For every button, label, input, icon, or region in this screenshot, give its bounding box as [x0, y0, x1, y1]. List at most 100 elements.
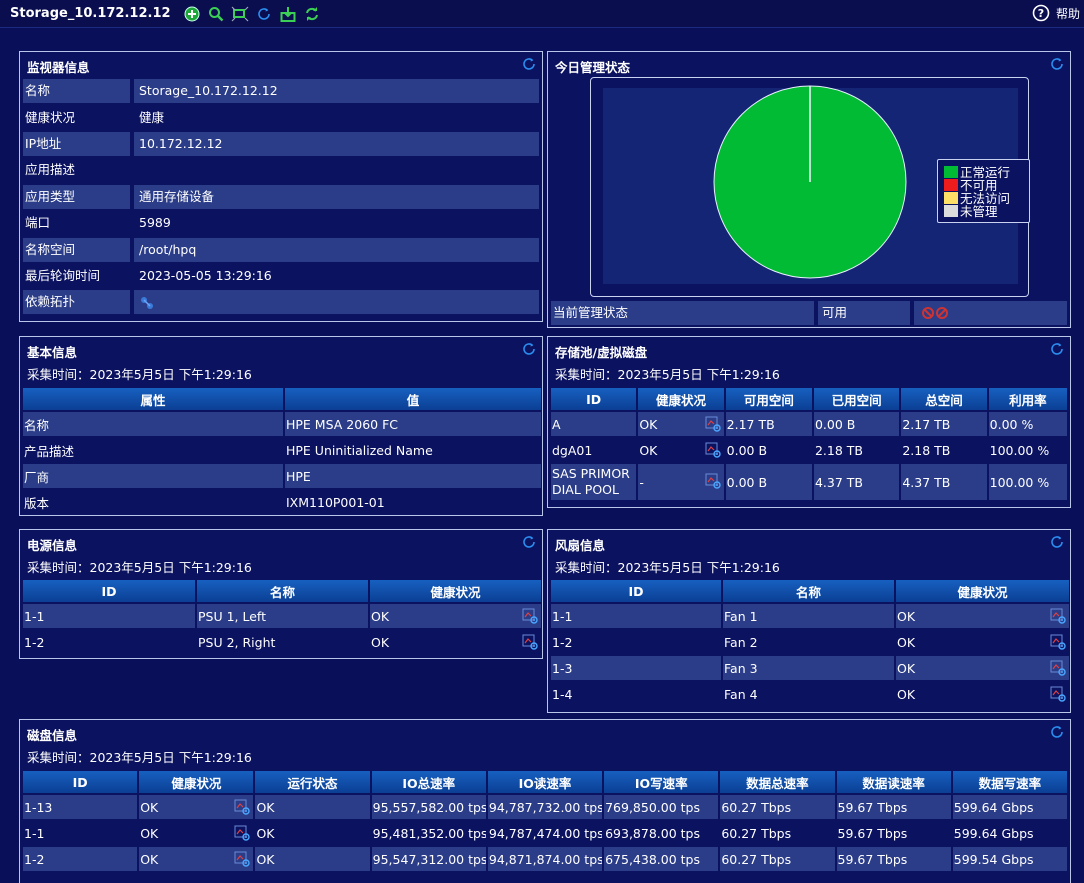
- cell: Fan 3: [723, 656, 894, 680]
- monitor-settings-icon[interactable]: [231, 5, 249, 23]
- column-header[interactable]: 属性: [23, 388, 283, 410]
- column-header[interactable]: 数据写速率: [952, 771, 1067, 793]
- help-link[interactable]: ? 帮助: [1032, 4, 1080, 22]
- column-header[interactable]: 名称: [723, 580, 894, 602]
- refresh-icon[interactable]: [1049, 724, 1065, 740]
- column-header[interactable]: IO写速率: [604, 771, 719, 793]
- cell: 1-1: [551, 604, 721, 628]
- column-header[interactable]: 数据读速率: [836, 771, 951, 793]
- refresh-icon[interactable]: [1049, 341, 1065, 357]
- refresh-icon[interactable]: [1049, 56, 1065, 72]
- panel-title: 风扇信息: [555, 538, 606, 553]
- export-icon[interactable]: [279, 5, 297, 23]
- table-row: 1-2 PSU 2, Right OK: [23, 630, 541, 654]
- cell: 59.67 Tbps: [836, 795, 951, 819]
- health-detail-icon[interactable]: [234, 825, 251, 842]
- refresh-icon[interactable]: [521, 534, 537, 550]
- legend-label: 未管理: [960, 204, 998, 219]
- app-title: Storage_10.172.12.12: [10, 6, 171, 21]
- column-header[interactable]: 名称: [197, 580, 368, 602]
- health-detail-icon[interactable]: [234, 799, 251, 816]
- info-row: 名称 Storage_10.172.12.12: [23, 78, 539, 104]
- column-header[interactable]: 总空间: [901, 388, 987, 410]
- search-icon[interactable]: [207, 5, 225, 23]
- collect-time: 采集时间：2023年5月5日 下午1:29:16: [27, 560, 252, 575]
- health-value: OK: [639, 416, 658, 432]
- column-header[interactable]: 数据总速率: [720, 771, 835, 793]
- current-status-row: 当前管理状态 可用: [551, 301, 1067, 325]
- health-cell: OK: [896, 682, 1069, 706]
- cell: PSU 1, Left: [197, 604, 368, 628]
- cell: 0.00 B: [726, 442, 768, 458]
- topology-icon[interactable]: [139, 295, 155, 311]
- column-header[interactable]: ID: [551, 580, 721, 602]
- health-value: OK: [371, 634, 390, 650]
- health-detail-icon[interactable]: [522, 634, 539, 651]
- basic-info-panel: 基本信息 采集时间：2023年5月5日 下午1:29:16 属性值 名称 HPE …: [19, 336, 543, 516]
- refresh-icon[interactable]: [1049, 534, 1065, 550]
- cell: 名称: [23, 412, 283, 436]
- column-header[interactable]: 值: [285, 388, 541, 410]
- cell: 2.17 TB: [901, 412, 987, 436]
- column-header[interactable]: ID: [551, 388, 637, 410]
- cell: 0.00 B: [813, 412, 900, 436]
- refresh-icon[interactable]: [521, 341, 537, 357]
- cell: 675,438.00 tps: [604, 847, 719, 871]
- cell: 1-1: [23, 604, 195, 628]
- health-detail-icon[interactable]: [1050, 686, 1067, 703]
- health-cell: OK: [896, 604, 1069, 628]
- table-row: A OK 2.17 TB 0.00 B 2.17 TB 0.00 %: [551, 412, 1067, 436]
- health-detail-icon[interactable]: [522, 608, 539, 625]
- column-header[interactable]: 利用率: [988, 388, 1067, 410]
- column-header[interactable]: IO读速率: [487, 771, 603, 793]
- cell: 60.27 Tbps: [721, 825, 792, 841]
- health-value: OK: [897, 608, 916, 624]
- column-header[interactable]: 健康状况: [896, 580, 1069, 602]
- health-detail-icon[interactable]: [1050, 634, 1067, 651]
- cell: A: [551, 412, 637, 436]
- cell: 100.00 %: [989, 442, 1050, 458]
- manage-toggle-icon[interactable]: [920, 304, 950, 322]
- health-detail-icon[interactable]: [1050, 608, 1067, 625]
- cell: PSU 2, Right: [198, 634, 276, 650]
- column-header[interactable]: 健康状况: [638, 388, 724, 410]
- column-header[interactable]: ID: [23, 771, 138, 793]
- health-detail-icon[interactable]: [705, 442, 722, 459]
- health-detail-icon[interactable]: [705, 473, 722, 490]
- health-detail-icon[interactable]: [234, 851, 251, 868]
- cell: 95,481,352.00 tps: [372, 825, 486, 841]
- svg-text:?: ?: [1038, 7, 1044, 20]
- health-cell: OK: [638, 412, 724, 436]
- cell: Fan 1: [723, 604, 894, 628]
- column-header[interactable]: 可用空间: [725, 388, 812, 410]
- pie-legend: 正常运行 不可用 无法访问 未管理: [937, 159, 1030, 223]
- top-toolbar: Storage_10.172.12.12 ? 帮助: [0, 0, 1084, 28]
- column-header[interactable]: 健康状况: [139, 771, 254, 793]
- info-key: 应用描述: [25, 162, 76, 178]
- info-value: 5989: [139, 215, 171, 231]
- cell: 100.00 %: [988, 464, 1067, 500]
- column-header[interactable]: 健康状况: [370, 580, 541, 602]
- cell: 1-3: [551, 656, 721, 680]
- column-header[interactable]: IO总速率: [371, 771, 486, 793]
- status-action[interactable]: [914, 301, 1067, 325]
- refresh-icon[interactable]: [521, 56, 537, 72]
- info-value: 健康: [139, 109, 165, 125]
- info-row: 端口 5989: [23, 210, 539, 236]
- column-header[interactable]: 已用空间: [813, 388, 900, 410]
- cell: 1-4: [552, 686, 573, 702]
- column-header[interactable]: 运行状态: [255, 771, 370, 793]
- info-key: 名称空间: [23, 237, 130, 262]
- cell: 60.27 Tbps: [720, 795, 835, 819]
- column-header[interactable]: ID: [23, 580, 195, 602]
- health-cell: OK: [370, 604, 541, 628]
- legend-item: 未管理: [944, 204, 1029, 219]
- health-value: OK: [897, 686, 916, 702]
- health-detail-icon[interactable]: [1050, 660, 1067, 677]
- topology-link[interactable]: [134, 290, 539, 315]
- add-icon[interactable]: [183, 5, 201, 23]
- sync-icon[interactable]: [303, 5, 321, 23]
- health-detail-icon[interactable]: [705, 416, 722, 433]
- cell: 4.37 TB: [813, 464, 900, 500]
- refresh-icon[interactable]: [255, 5, 273, 23]
